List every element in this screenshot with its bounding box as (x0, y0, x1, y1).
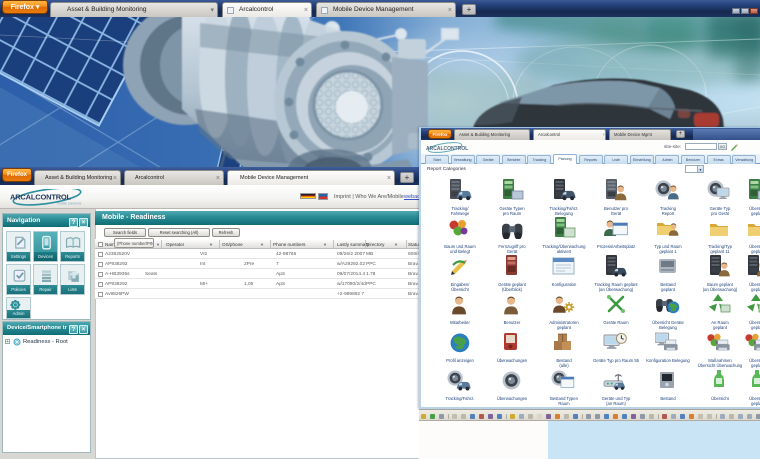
svg-text:ARCALCONTROL: ARCALCONTROL (426, 146, 468, 152)
svg-text:ARCALCONTROL: ARCALCONTROL (10, 193, 72, 202)
svg-text:mobile solutions: mobile solutions (57, 202, 82, 206)
